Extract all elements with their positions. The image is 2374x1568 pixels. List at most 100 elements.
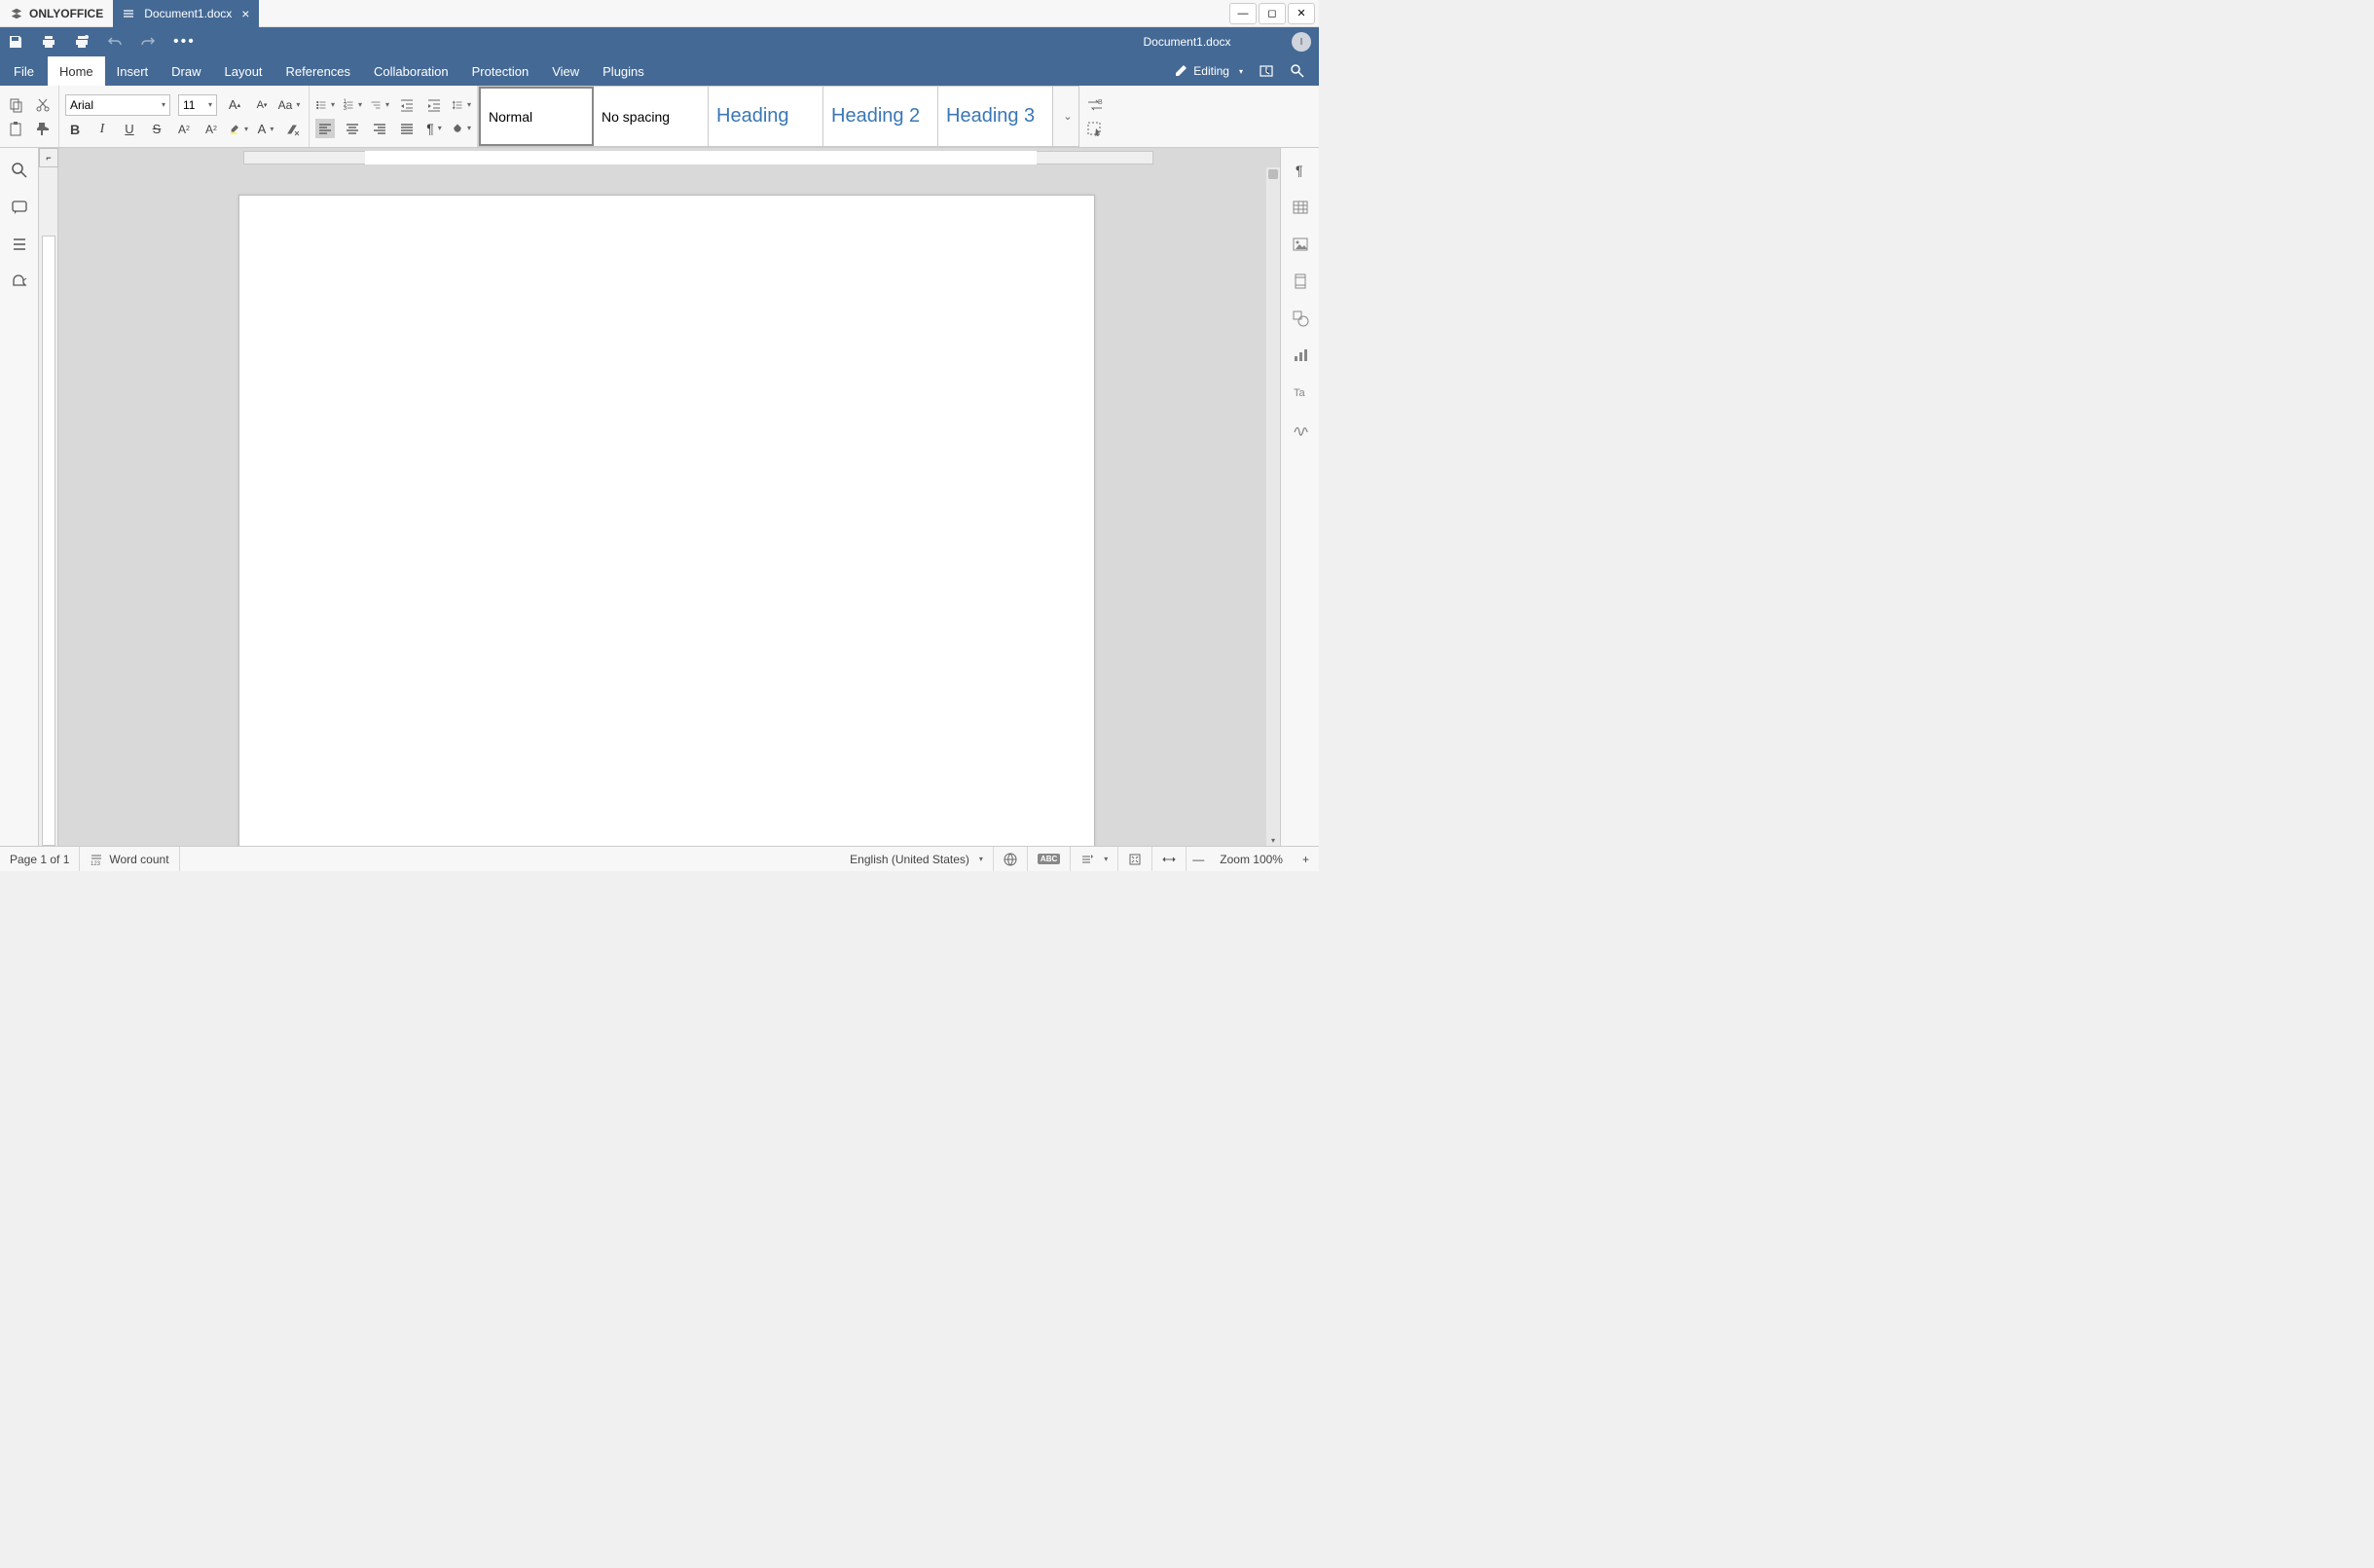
bullet-list-button[interactable]: ▾: [315, 95, 335, 115]
redo-icon[interactable]: [140, 34, 156, 50]
menu-view[interactable]: View: [540, 56, 591, 86]
multilevel-list-button[interactable]: ▾: [370, 95, 389, 115]
tab-close-icon[interactable]: ×: [241, 6, 249, 21]
decrease-font-button[interactable]: A▾: [252, 95, 272, 115]
vertical-ruler[interactable]: [39, 167, 58, 846]
scroll-down-icon[interactable]: ▾: [1266, 834, 1280, 846]
align-right-button[interactable]: [370, 119, 389, 138]
document-tab[interactable]: Document1.docx ×: [113, 0, 259, 27]
underline-button[interactable]: U: [120, 120, 139, 139]
font-color-button[interactable]: A▾: [256, 120, 275, 139]
style-heading1[interactable]: Heading: [709, 87, 823, 146]
fit-width-button[interactable]: [1152, 847, 1187, 871]
italic-button[interactable]: I: [92, 120, 112, 139]
menu-home[interactable]: Home: [48, 56, 105, 86]
language-button[interactable]: English (United States)▾: [840, 847, 994, 871]
align-left-button[interactable]: [315, 119, 335, 138]
headings-icon[interactable]: [11, 236, 28, 253]
find-icon[interactable]: [11, 162, 28, 179]
numbered-list-button[interactable]: 123▾: [343, 95, 362, 115]
copy-button[interactable]: [6, 95, 25, 115]
line-spacing-button[interactable]: ▾: [452, 95, 471, 115]
minimize-button[interactable]: —: [1229, 3, 1257, 24]
save-icon[interactable]: [8, 34, 23, 50]
menu-protection[interactable]: Protection: [460, 56, 541, 86]
textart-settings-icon[interactable]: Ta: [1292, 383, 1309, 401]
feedback-icon[interactable]: [11, 273, 28, 290]
scroll-thumb[interactable]: [1268, 169, 1278, 179]
menu-draw[interactable]: Draw: [160, 56, 212, 86]
undo-icon[interactable]: [107, 34, 123, 50]
style-heading3[interactable]: Heading 3: [938, 87, 1053, 146]
style-expand-button[interactable]: ⌄: [1053, 87, 1078, 146]
track-changes-button[interactable]: ▾: [1071, 847, 1118, 871]
search-icon[interactable]: [1290, 63, 1305, 79]
window-controls: — ◻ ✕: [1229, 3, 1319, 24]
ruler-corner[interactable]: ⌐: [39, 148, 58, 167]
editing-mode-button[interactable]: Editing ▾: [1174, 64, 1243, 78]
format-painter-button[interactable]: [33, 119, 53, 138]
horizontal-ruler[interactable]: ⌐: [39, 148, 1280, 167]
select-all-button[interactable]: [1085, 119, 1105, 138]
style-normal[interactable]: Normal: [479, 87, 594, 146]
change-case-button[interactable]: Aa▾: [279, 95, 299, 115]
font-name-select[interactable]: Arial▾: [65, 94, 170, 116]
main-area: ⌐ ▴ ▾ ¶ Ta: [0, 148, 1319, 846]
replace-button[interactable]: B: [1085, 95, 1105, 115]
chart-settings-icon[interactable]: [1292, 346, 1309, 364]
menu-collaboration[interactable]: Collaboration: [362, 56, 460, 86]
maximize-button[interactable]: ◻: [1259, 3, 1286, 24]
fit-width-icon: [1162, 853, 1176, 866]
highlight-button[interactable]: ▾: [229, 120, 248, 139]
editing-mode-label: Editing: [1193, 64, 1229, 78]
paragraph-settings-icon[interactable]: ¶: [1292, 162, 1309, 179]
set-language-button[interactable]: [994, 847, 1028, 871]
zoom-level[interactable]: Zoom 100%: [1210, 847, 1293, 871]
word-count-button[interactable]: 123 Word count: [80, 847, 179, 871]
nonprinting-button[interactable]: ¶▾: [424, 119, 444, 138]
bold-button[interactable]: B: [65, 120, 85, 139]
print-icon[interactable]: [41, 34, 56, 50]
track-changes-icon: [1080, 853, 1094, 866]
vertical-scrollbar[interactable]: ▴ ▾: [1266, 167, 1280, 846]
header-footer-icon[interactable]: [1292, 273, 1309, 290]
comments-icon[interactable]: [11, 199, 28, 216]
menu-file[interactable]: File: [0, 56, 48, 86]
menu-references[interactable]: References: [274, 56, 362, 86]
cut-button[interactable]: [33, 95, 53, 115]
table-settings-icon[interactable]: [1292, 199, 1309, 216]
paste-button[interactable]: [6, 119, 25, 138]
page[interactable]: [238, 195, 1095, 846]
more-icon[interactable]: •••: [173, 33, 196, 51]
menu-insert[interactable]: Insert: [105, 56, 161, 86]
superscript-button[interactable]: A2: [174, 120, 194, 139]
increase-indent-button[interactable]: [424, 95, 444, 115]
close-button[interactable]: ✕: [1288, 3, 1315, 24]
align-justify-button[interactable]: [397, 119, 417, 138]
quick-print-icon[interactable]: [74, 34, 90, 50]
decrease-indent-button[interactable]: [397, 95, 417, 115]
fit-page-button[interactable]: [1118, 847, 1152, 871]
strikethrough-button[interactable]: S: [147, 120, 166, 139]
clear-format-button[interactable]: [283, 120, 303, 139]
zoom-in-button[interactable]: +: [1293, 847, 1319, 871]
increase-font-button[interactable]: A▴: [225, 95, 244, 115]
zoom-out-button[interactable]: —: [1187, 847, 1210, 871]
shading-button[interactable]: ▾: [452, 119, 471, 138]
signature-icon[interactable]: [1292, 420, 1309, 438]
shape-settings-icon[interactable]: [1292, 310, 1309, 327]
style-heading2[interactable]: Heading 2: [823, 87, 938, 146]
subscript-button[interactable]: A2: [201, 120, 221, 139]
page-status[interactable]: Page 1 of 1: [0, 847, 80, 871]
menu-plugins[interactable]: Plugins: [591, 56, 656, 86]
open-location-icon[interactable]: [1259, 63, 1274, 79]
app-name: ONLYOFFICE: [29, 7, 103, 20]
menu-layout[interactable]: Layout: [213, 56, 274, 86]
font-size-select[interactable]: 11▾: [178, 94, 217, 116]
user-avatar[interactable]: I: [1292, 32, 1311, 52]
document-canvas[interactable]: [58, 167, 1266, 846]
spellcheck-button[interactable]: ABC: [1028, 847, 1071, 871]
style-no-spacing[interactable]: No spacing: [594, 87, 709, 146]
align-center-button[interactable]: [343, 119, 362, 138]
image-settings-icon[interactable]: [1292, 236, 1309, 253]
